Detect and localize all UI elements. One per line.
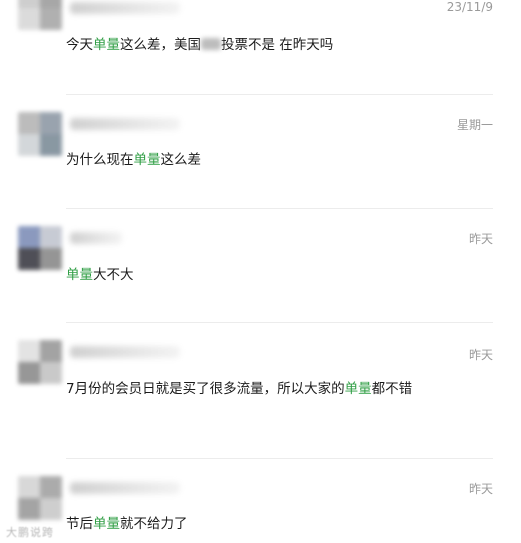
text-segment: 就不给力了 — [120, 516, 188, 532]
text-segment: 投票不是 在昨天吗 — [221, 37, 334, 53]
text-segment: 今天 — [66, 37, 93, 53]
divider — [66, 208, 493, 209]
keyword-highlight: 单量 — [344, 381, 372, 397]
divider — [66, 458, 493, 459]
text-segment: 这么差，美国 — [120, 37, 201, 53]
divider — [66, 94, 493, 95]
username-blurred — [70, 118, 180, 130]
username-blurred — [70, 346, 180, 358]
avatar[interactable] — [18, 0, 62, 30]
timestamp: 23/11/9 — [446, 0, 493, 14]
text-segment: 节后 — [66, 516, 93, 532]
keyword-highlight: 单量 — [133, 152, 161, 168]
comment-text: 节后单量就不给力了 — [66, 513, 416, 535]
text-segment: 这么差 — [160, 152, 202, 168]
text-segment: 都不错 — [371, 381, 413, 397]
text-segment: 大不大 — [93, 267, 134, 283]
keyword-highlight: 单量 — [93, 516, 120, 532]
keyword-highlight: 单量 — [66, 267, 93, 283]
username-blurred — [70, 482, 180, 494]
redacted-word — [201, 38, 221, 50]
divider — [66, 322, 493, 323]
comment-text: 今天单量这么差，美国 投票不是 在昨天吗 — [66, 34, 416, 56]
comment-text: 单量大不大 — [66, 264, 416, 286]
text-segment: 7月份的会员日就是买了很多流量，所以大家的 — [66, 381, 345, 397]
watermark: 大鹏说跨 — [6, 526, 54, 539]
comment-text: 为什么现在单量这么差 — [66, 149, 416, 171]
avatar[interactable] — [18, 340, 62, 384]
text-segment: 为什么现在 — [66, 152, 134, 168]
avatar[interactable] — [18, 476, 62, 520]
timestamp: 昨天 — [468, 232, 493, 246]
username-blurred — [70, 2, 180, 14]
timestamp: 昨天 — [468, 348, 493, 362]
keyword-highlight: 单量 — [93, 37, 120, 53]
timestamp: 昨天 — [468, 482, 493, 496]
avatar[interactable] — [18, 112, 62, 156]
comment-text: 7月份的会员日就是买了很多流量，所以大家的单量都不错 — [66, 378, 416, 400]
timestamp: 星期一 — [456, 118, 493, 132]
username-blurred — [70, 232, 122, 244]
avatar[interactable] — [18, 226, 62, 270]
